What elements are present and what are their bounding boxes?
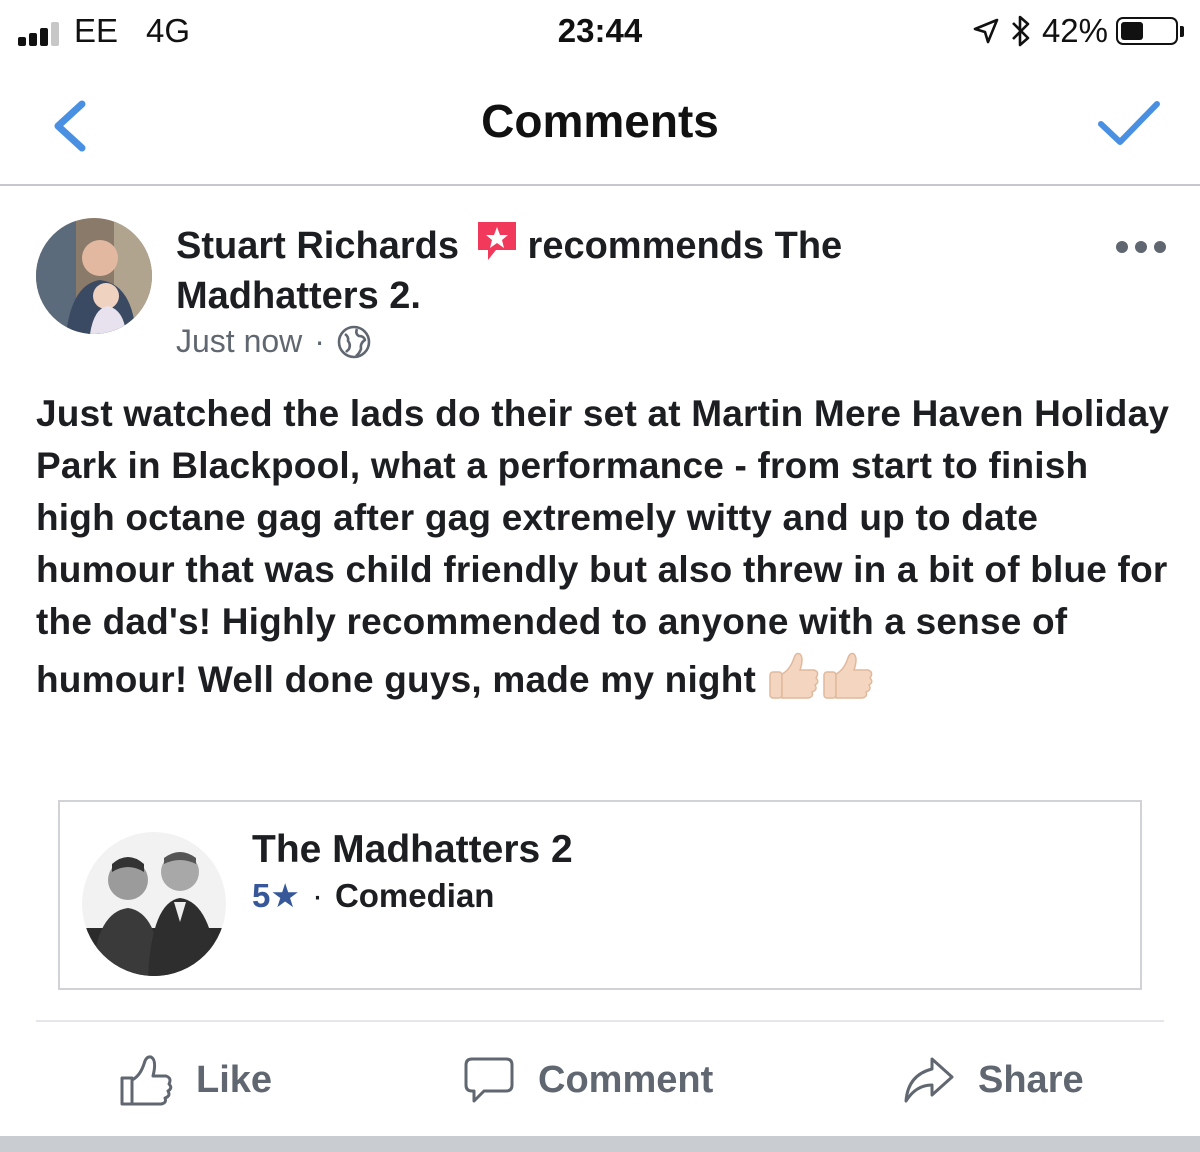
separator: · [311, 876, 323, 914]
checkmark-icon[interactable] [1096, 98, 1162, 150]
share-arrow-icon [904, 1057, 954, 1103]
page-card[interactable]: The Madhatters 2 5★ · Comedian [58, 800, 1142, 990]
comment-button[interactable]: Comment [462, 1050, 713, 1110]
post-body: Just watched the lads do their set at Ma… [36, 388, 1176, 716]
recommends-text: recommends The [527, 225, 843, 267]
battery-fill [1121, 22, 1143, 40]
status-bar: EE 4G 23:44 42% [0, 0, 1200, 62]
globe-icon [337, 325, 371, 358]
page-name-link[interactable]: Madhatters 2. [176, 275, 421, 317]
battery-tip [1180, 25, 1184, 37]
share-button[interactable]: Share [902, 1050, 1084, 1110]
page-avatar [82, 832, 226, 976]
post-header: Stuart Richards recommends The Madhatter… [176, 218, 956, 321]
page-card-subtitle: 5★ · Comedian [252, 876, 494, 915]
bottom-separator [0, 1136, 1200, 1152]
action-bar: Like Comment Share [0, 1034, 1200, 1130]
share-label: Share [978, 1058, 1084, 1101]
bluetooth-icon [1012, 15, 1030, 47]
author-name[interactable]: Stuart Richards [176, 225, 459, 267]
divider [36, 1020, 1164, 1022]
recommendation-star-icon [477, 222, 516, 260]
comment-bubble-icon [464, 1057, 514, 1103]
post-body-text: Just watched the lads do their set at Ma… [36, 393, 1170, 700]
location-arrow-icon [973, 18, 999, 44]
battery-percent: 42% [1041, 12, 1108, 49]
like-button[interactable]: Like [118, 1050, 272, 1110]
thumbs-up-icon [766, 648, 876, 716]
separator: · [314, 323, 325, 359]
rating: 5★ [252, 877, 300, 914]
comment-label: Comment [538, 1058, 714, 1101]
post-meta: Just now · [176, 323, 371, 360]
avatar[interactable] [36, 218, 152, 334]
page-card-title: The Madhatters 2 [252, 828, 573, 871]
timestamp[interactable]: Just now [176, 323, 302, 360]
status-right: 42% [972, 12, 1184, 50]
thumbs-up-icon [120, 1055, 173, 1106]
category: Comedian [334, 876, 495, 914]
nav-bar: Comments [0, 62, 1200, 186]
battery-icon [1116, 17, 1178, 45]
more-options-icon[interactable] [1116, 238, 1166, 256]
page-title: Comments [481, 95, 719, 147]
like-label: Like [196, 1058, 273, 1101]
